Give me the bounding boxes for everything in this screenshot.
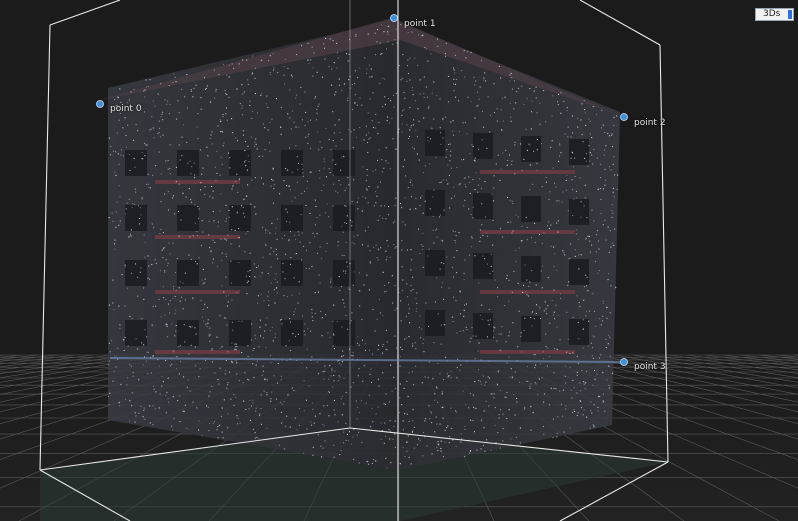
building-point-cloud <box>100 18 622 470</box>
bbox-edge <box>579 0 661 46</box>
point-marker-3[interactable] <box>620 358 628 366</box>
point-marker-0[interactable] <box>96 100 104 108</box>
point-cloud-viewport[interactable]: point 0 point 1 point 2 point 3 3Ds <box>0 0 798 521</box>
view-mode-button[interactable]: 3Ds <box>755 8 794 21</box>
scene-canvas[interactable] <box>0 0 798 521</box>
view-mode-label: 3Ds <box>763 9 781 19</box>
point-marker-1[interactable] <box>390 14 398 22</box>
bbox-edge <box>49 0 121 26</box>
view-mode-indicator <box>788 10 792 19</box>
point-marker-2[interactable] <box>620 113 628 121</box>
